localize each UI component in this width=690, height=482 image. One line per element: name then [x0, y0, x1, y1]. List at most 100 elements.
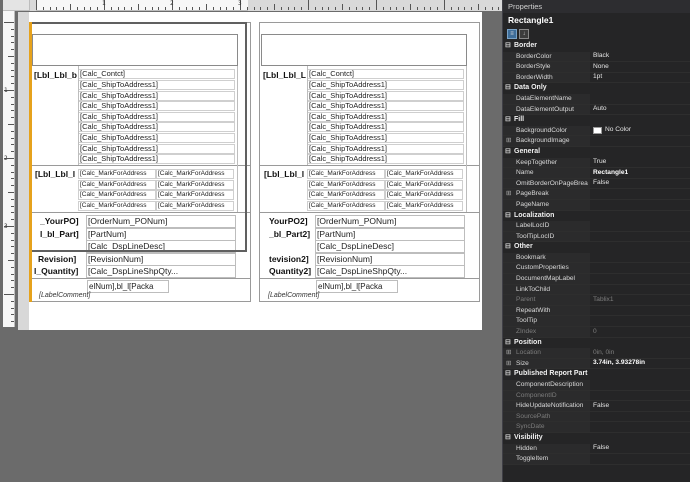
ship-to-address-field[interactable]: [Calc_ShipToAddress1] [307, 122, 464, 133]
selected-object-name[interactable]: Rectangle1 [503, 13, 690, 27]
label-rectangle-right[interactable]: [Lbl_Lbl_L [Calc_Contct] [Calc_ShipToAddre… [259, 22, 480, 302]
categorized-icon[interactable]: ≡ [507, 28, 517, 39]
package-field[interactable]: elNum],bl_l[Packa [316, 280, 398, 293]
row-label[interactable]: tevision2] [269, 254, 317, 264]
property-category[interactable]: ⊟ General [503, 146, 690, 158]
collapse-toggle-icon[interactable]: ⊟ [505, 211, 514, 222]
property-row[interactable]: ComponentDescription [503, 380, 690, 391]
property-value[interactable]: Auto [590, 105, 690, 115]
property-value[interactable] [590, 189, 690, 199]
property-row[interactable]: Hidden False [503, 443, 690, 455]
property-row[interactable]: RepeatWith [503, 305, 690, 317]
mark-for-address-field[interactable]: [Calc_MarkForAddress [307, 169, 385, 179]
property-row[interactable]: ⊞ Location 0in, 0in [503, 348, 690, 359]
collapse-toggle-icon[interactable]: ⊟ [505, 41, 514, 52]
property-row[interactable]: ToolTip [503, 316, 690, 328]
property-row[interactable]: ComponentID [503, 390, 690, 402]
property-value[interactable] [590, 285, 690, 295]
collapse-toggle-icon[interactable]: ⊟ [505, 433, 514, 444]
header-box[interactable] [261, 34, 467, 66]
ship-to-address-field[interactable]: [Calc_ShipToAddress1] [307, 90, 464, 101]
property-row[interactable]: DataElementName [503, 93, 690, 105]
property-value[interactable] [590, 422, 690, 432]
row-label[interactable]: l_Quantity] [34, 266, 82, 276]
mark-for-address-field[interactable]: [Calc_MarkForAddress [385, 190, 463, 201]
property-row[interactable]: DataElementOutput Auto [503, 104, 690, 116]
contact-field[interactable]: [Calc_Contct] [307, 69, 464, 79]
property-row[interactable]: BorderStyle None [503, 62, 690, 73]
property-value[interactable] [590, 136, 690, 146]
property-row[interactable]: ⊞ PageBreak [503, 189, 690, 200]
property-row[interactable]: HideUpdateNotification False [503, 401, 690, 412]
row-label[interactable]: YourPO2] [269, 216, 317, 226]
ship-to-address-field[interactable]: [Calc_ShipToAddress1] [307, 133, 464, 143]
property-row[interactable]: LinkToChild [503, 284, 690, 296]
property-row[interactable]: Bookmark [503, 252, 690, 264]
collapse-toggle-icon[interactable]: ⊟ [505, 338, 514, 349]
property-value[interactable]: False [590, 401, 690, 411]
expand-icon[interactable]: ⊞ [506, 136, 512, 146]
property-row[interactable]: SourcePath [503, 411, 690, 423]
property-value[interactable] [590, 454, 690, 464]
selection-handle-bar[interactable] [29, 22, 32, 302]
property-row[interactable]: ZIndex 0 [503, 327, 690, 338]
property-category[interactable]: ⊟ Fill [503, 115, 690, 126]
property-value[interactable]: 0in, 0in [590, 348, 690, 358]
property-value[interactable] [590, 306, 690, 316]
row-value-field[interactable]: [Calc_DspLineShpQty... [315, 265, 465, 278]
property-value[interactable] [590, 316, 690, 326]
mark-for-address-field[interactable]: [Calc_MarkForAddress [307, 200, 385, 211]
property-value[interactable]: Black [590, 52, 690, 62]
mark-for-address-field[interactable]: [Calc_MarkForAddress [385, 179, 463, 190]
property-value[interactable] [590, 200, 690, 210]
mark-for-address-field[interactable]: [Calc_MarkForAddress [307, 190, 385, 201]
collapse-toggle-icon[interactable]: ⊟ [505, 115, 514, 126]
ship-to-address-field[interactable]: [Calc_ShipToAddress1] [307, 154, 464, 165]
property-value[interactable] [590, 232, 690, 242]
property-category[interactable]: ⊟ Published Report Part [503, 369, 690, 380]
row-label[interactable]: _bl_Part2] [269, 229, 317, 239]
property-value[interactable] [590, 274, 690, 284]
property-category[interactable]: ⊟ Other [503, 242, 690, 253]
property-row[interactable]: BorderColor Black [503, 51, 690, 63]
property-row[interactable]: ⊞ BackgroundImage [503, 136, 690, 147]
property-row[interactable]: Parent Tablix1 [503, 295, 690, 306]
expand-icon[interactable]: ⊞ [506, 189, 512, 199]
property-value[interactable]: 3.74in, 3.93278in [590, 359, 690, 369]
row-value-field[interactable]: [Calc_DspLineDesc] [315, 240, 465, 253]
report-designer-canvas[interactable]: 123 123 [Lbl_Lbl_b [Calc_Contct] [Calc_Shi… [0, 0, 502, 482]
property-value[interactable] [590, 391, 690, 401]
property-row[interactable]: PageName [503, 199, 690, 211]
ship-to-address-field[interactable]: [Calc_ShipToAddress1] [307, 111, 464, 122]
package-field[interactable]: elNum],bl_l[Packa [87, 280, 169, 293]
property-row[interactable]: KeepTogether True [503, 157, 690, 169]
collapse-toggle-icon[interactable]: ⊟ [505, 147, 514, 158]
property-row[interactable]: CustomProperties [503, 263, 690, 275]
row-label[interactable]: Quantity2] [269, 266, 317, 276]
property-value[interactable]: 0 [590, 327, 690, 337]
label-comment-field[interactable]: [LabelComment] [268, 292, 319, 299]
property-value[interactable] [590, 253, 690, 263]
property-row[interactable]: SyncDate [503, 422, 690, 433]
property-row[interactable]: Name Rectangle1 [503, 168, 690, 179]
property-value[interactable] [590, 221, 690, 231]
property-row[interactable]: BorderWidth 1pt [503, 72, 690, 84]
collapse-toggle-icon[interactable]: ⊟ [505, 242, 514, 253]
property-category[interactable]: ⊟ Data Only [503, 83, 690, 94]
ship-to-address-field[interactable]: [Calc_ShipToAddress1] [307, 101, 464, 112]
property-value[interactable]: True [590, 158, 690, 168]
property-category[interactable]: ⊟ Visibility [503, 432, 690, 444]
property-row[interactable]: ToolTipLocID [503, 231, 690, 243]
selected-rectangle-outline[interactable] [29, 22, 247, 252]
property-value[interactable]: No Color [590, 126, 690, 136]
ship-to-address-field[interactable]: [Calc_ShipToAddress1] [307, 143, 464, 154]
property-row[interactable]: LabelLocID [503, 221, 690, 232]
ship-to-address-field[interactable]: [Calc_ShipToAddress1] [307, 80, 464, 90]
property-value[interactable]: Tablix1 [590, 295, 690, 305]
property-row[interactable]: DocumentMapLabel [503, 274, 690, 285]
alphabetical-icon[interactable]: ↓ [519, 28, 529, 39]
collapse-toggle-icon[interactable]: ⊟ [505, 369, 514, 380]
property-row[interactable]: OmitBorderOnPageBrea False [503, 178, 690, 190]
expand-icon[interactable]: ⊞ [506, 359, 512, 369]
row-value-field[interactable]: [OrderNum_PONum] [315, 215, 465, 228]
